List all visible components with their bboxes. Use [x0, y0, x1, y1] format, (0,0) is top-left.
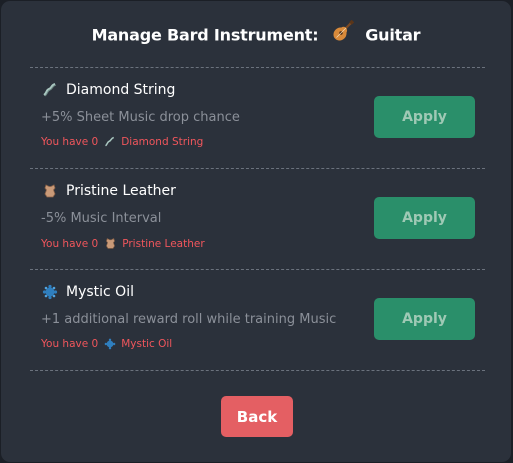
pristine-leather-icon: [42, 183, 58, 199]
upgrade-name: Pristine Leather: [42, 183, 176, 199]
upgrade-name-text: Diamond String: [66, 82, 176, 98]
upgrade-description: +5% Sheet Music drop chance: [41, 110, 240, 125]
owned-count: You have 0 Pristine Leather: [41, 237, 205, 250]
upgrade-name-text: Pristine Leather: [66, 183, 176, 199]
back-button[interactable]: Back: [221, 396, 293, 437]
diamond-string-icon: [42, 82, 58, 98]
modal-title: Manage Bard Instrument: Guitar: [1, 19, 511, 49]
owned-count: You have 0 Diamond String: [41, 136, 203, 148]
manage-instrument-modal: Manage Bard Instrument: Guitar Diamond S…: [1, 1, 511, 462]
upgrade-name: Mystic Oil: [42, 284, 134, 300]
owned-count-text: You have 0: [41, 237, 99, 250]
upgrade-row-mystic-oil: Mystic Oil +1 additional reward roll whi…: [30, 270, 485, 370]
owned-item-name: Mystic Oil: [121, 338, 173, 350]
apply-button[interactable]: Apply: [374, 96, 475, 138]
divider: [30, 370, 485, 371]
upgrade-row-diamond-string: Diamond String +5% Sheet Music drop chan…: [30, 68, 485, 168]
mystic-oil-icon: [42, 284, 58, 300]
guitar-icon: [332, 19, 355, 46]
instrument-name: Guitar: [365, 25, 421, 45]
mystic-oil-icon: [104, 338, 116, 350]
owned-item-name: Diamond String: [121, 136, 204, 148]
upgrade-name: Diamond String: [42, 82, 175, 98]
modal-title-text: Manage Bard Instrument:: [91, 25, 319, 45]
owned-count-text: You have 0: [41, 338, 99, 350]
owned-item-name: Pristine Leather: [122, 237, 205, 250]
apply-button[interactable]: Apply: [374, 197, 475, 239]
pristine-leather-icon: [104, 237, 117, 250]
apply-button[interactable]: Apply: [374, 298, 475, 340]
owned-count-text: You have 0: [41, 136, 99, 148]
owned-count: You have 0 Mystic Oil: [41, 338, 172, 350]
upgrade-description: -5% Music Interval: [41, 211, 162, 226]
upgrade-row-pristine-leather: Pristine Leather -5% Music Interval You …: [30, 169, 485, 269]
diamond-string-icon: [104, 136, 116, 148]
upgrade-name-text: Mystic Oil: [66, 284, 134, 300]
upgrade-description: +1 additional reward roll while training…: [41, 312, 337, 327]
